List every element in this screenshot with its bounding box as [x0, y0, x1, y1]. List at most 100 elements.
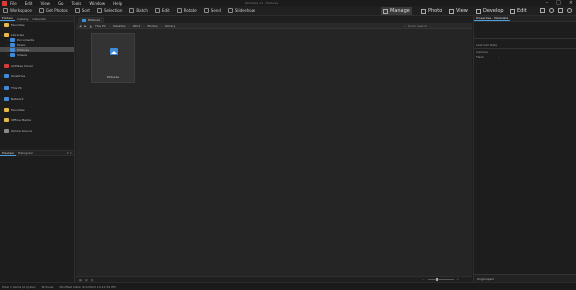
tree-item-videos[interactable]: › Videos: [0, 52, 74, 57]
slideshow-button[interactable]: Slideshow: [227, 8, 255, 13]
breadcrumb-separator: ›: [143, 23, 145, 28]
menu-view[interactable]: View: [40, 1, 50, 6]
rotate-icon: [176, 8, 182, 13]
grid-icon[interactable]: ▦: [79, 278, 82, 282]
document-tabs: Pictures: [76, 16, 472, 23]
properties-panel-header: Properties - Metadata: [474, 16, 576, 22]
online-icon: [4, 128, 9, 133]
breadcrumb-item[interactable]: Desktop: [113, 24, 125, 28]
up-icon[interactable]: ▲: [90, 24, 92, 28]
main-toolbar: Workspace Get Photos Sort Selection Batc…: [0, 6, 576, 16]
tab-preview[interactable]: Preview: [0, 151, 16, 156]
status-modified: Modified Date: 8/1/2023 10:11:52 PM: [59, 284, 116, 289]
filter-icon[interactable]: ▤: [85, 278, 88, 282]
edit-button[interactable]: Edit: [154, 8, 170, 13]
folder-icon: [82, 18, 86, 22]
divider: [474, 38, 576, 39]
selection-button[interactable]: Selection: [96, 8, 122, 13]
menu-window[interactable]: Window: [89, 1, 105, 6]
send-icon: [203, 8, 209, 13]
properties-title[interactable]: Properties - Metadata: [474, 16, 511, 21]
toolbar-extra-icons: [540, 8, 572, 13]
tab-pictures[interactable]: Pictures: [78, 17, 104, 23]
properties-footer-label[interactable]: Ungrouped: [477, 277, 494, 281]
property-key: Camera: [476, 50, 488, 54]
property-value: –: [498, 55, 500, 59]
import-icon: [38, 8, 44, 13]
image-icon: [110, 48, 118, 55]
forward-icon[interactable]: ▶: [84, 24, 86, 28]
edit-icon: [154, 8, 160, 13]
help-icon[interactable]: [567, 8, 572, 13]
pictures-icon: [10, 47, 15, 52]
file-list-pane: Pictures ◀ ▶ ▲ This PC › Desktop › Work › P…: [76, 16, 472, 282]
folders-panel: Folders Catalog Calendar › Favorites ⌄ L…: [0, 16, 75, 282]
menu-edit[interactable]: Edit: [25, 1, 33, 6]
tree-item-network[interactable]: › Network: [0, 96, 74, 101]
batch-button[interactable]: Batch: [129, 8, 148, 13]
mode-manage-button[interactable]: Manage: [381, 7, 412, 15]
breadcrumb-item[interactable]: Work: [133, 24, 141, 28]
thumbnail-zoom-slider[interactable]: − +: [422, 277, 462, 281]
mode-view-button[interactable]: View: [447, 7, 470, 15]
properties-panel: Properties - Metadata Last Cell Data Cam…: [473, 16, 576, 282]
breadcrumb-separator: ›: [108, 23, 111, 28]
photo-icon: [421, 8, 426, 14]
tree-item-favorites-2[interactable]: › Favorites: [0, 107, 74, 112]
tab-folders[interactable]: Folders: [0, 16, 15, 21]
zoom-knob[interactable]: [435, 277, 438, 281]
settings-icon[interactable]: [549, 8, 554, 13]
videos-icon: [10, 52, 15, 57]
tab-catalog[interactable]: Catalog: [15, 17, 31, 21]
zoom-track[interactable]: [427, 277, 455, 281]
status-folder: Pictures: [41, 284, 54, 289]
menu-go[interactable]: Go: [58, 1, 64, 6]
tab-histogram[interactable]: Histogram: [16, 151, 36, 155]
workspace-icon: [3, 8, 8, 13]
edit-mode-icon: [510, 8, 515, 14]
music-icon: [10, 42, 15, 47]
tree-item-onedrive[interactable]: › OneDrive: [0, 73, 74, 78]
workspace-button[interactable]: Workspace: [3, 8, 32, 13]
menu-file[interactable]: File: [10, 1, 17, 6]
back-icon[interactable]: ◀: [79, 24, 81, 28]
divider: [474, 48, 576, 49]
group-icon[interactable]: ▥: [91, 278, 94, 282]
breadcrumb-separator: ›: [128, 23, 130, 28]
mode-edit-button[interactable]: Edit: [508, 7, 529, 15]
folder-icon: [4, 107, 9, 112]
quick-search-input[interactable]: ⌕ Quick search: [404, 24, 454, 28]
breadcrumb-separator: ›: [160, 23, 162, 28]
tab-calendar[interactable]: Calendar: [30, 17, 48, 21]
thumbnail-item[interactable]: Pictures: [91, 33, 135, 83]
sort-button[interactable]: Sort: [74, 8, 90, 13]
menu-help[interactable]: Help: [113, 1, 122, 6]
stats-icon[interactable]: [558, 8, 563, 13]
app-logo-icon: [2, 0, 7, 6]
folder-icon: [4, 117, 9, 122]
folder-icon: [4, 22, 9, 27]
get-photos-button[interactable]: Get Photos: [38, 8, 68, 13]
computer-icon: [4, 85, 9, 90]
slideshow-icon: [227, 8, 233, 13]
mode-develop-button[interactable]: Develop: [474, 7, 506, 15]
tree-item-offline-media[interactable]: Offline Media: [0, 117, 74, 122]
mode-photo-button[interactable]: Photo: [419, 7, 444, 15]
dashboard-icon[interactable]: [540, 8, 545, 13]
tree-item-acdsee-cloud[interactable]: ACDSee Cloud: [0, 63, 74, 68]
rotate-button[interactable]: Rotate: [176, 8, 197, 13]
breadcrumb-item[interactable]: Library: [165, 24, 176, 28]
batch-icon: [129, 8, 135, 13]
menu-tools[interactable]: Tools: [72, 1, 82, 6]
tree-item-online-source[interactable]: Online Source: [0, 128, 74, 133]
cloud-icon: [4, 63, 9, 68]
tree-item-favorites[interactable]: › Favorites: [0, 22, 74, 27]
send-button[interactable]: Send: [203, 8, 221, 13]
panel-controls[interactable]: ▾ ×: [67, 151, 72, 155]
breadcrumb-item[interactable]: Photos: [148, 24, 158, 28]
tree-item-this-pc[interactable]: › This PC: [0, 85, 74, 90]
zoom-in-icon[interactable]: +: [456, 277, 459, 281]
breadcrumb-item[interactable]: This PC: [95, 24, 106, 28]
selection-icon: [96, 8, 102, 13]
zoom-out-icon[interactable]: −: [422, 277, 425, 281]
